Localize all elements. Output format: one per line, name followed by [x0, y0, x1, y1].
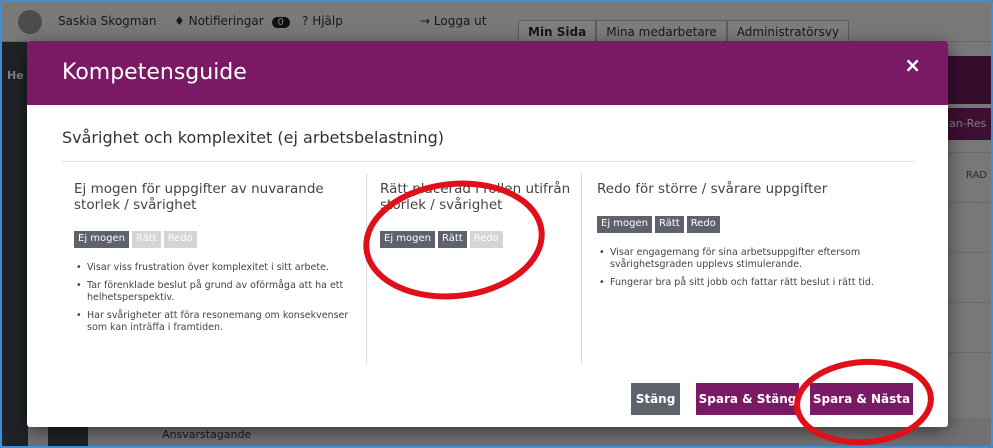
window-frame: [0, 0, 993, 448]
